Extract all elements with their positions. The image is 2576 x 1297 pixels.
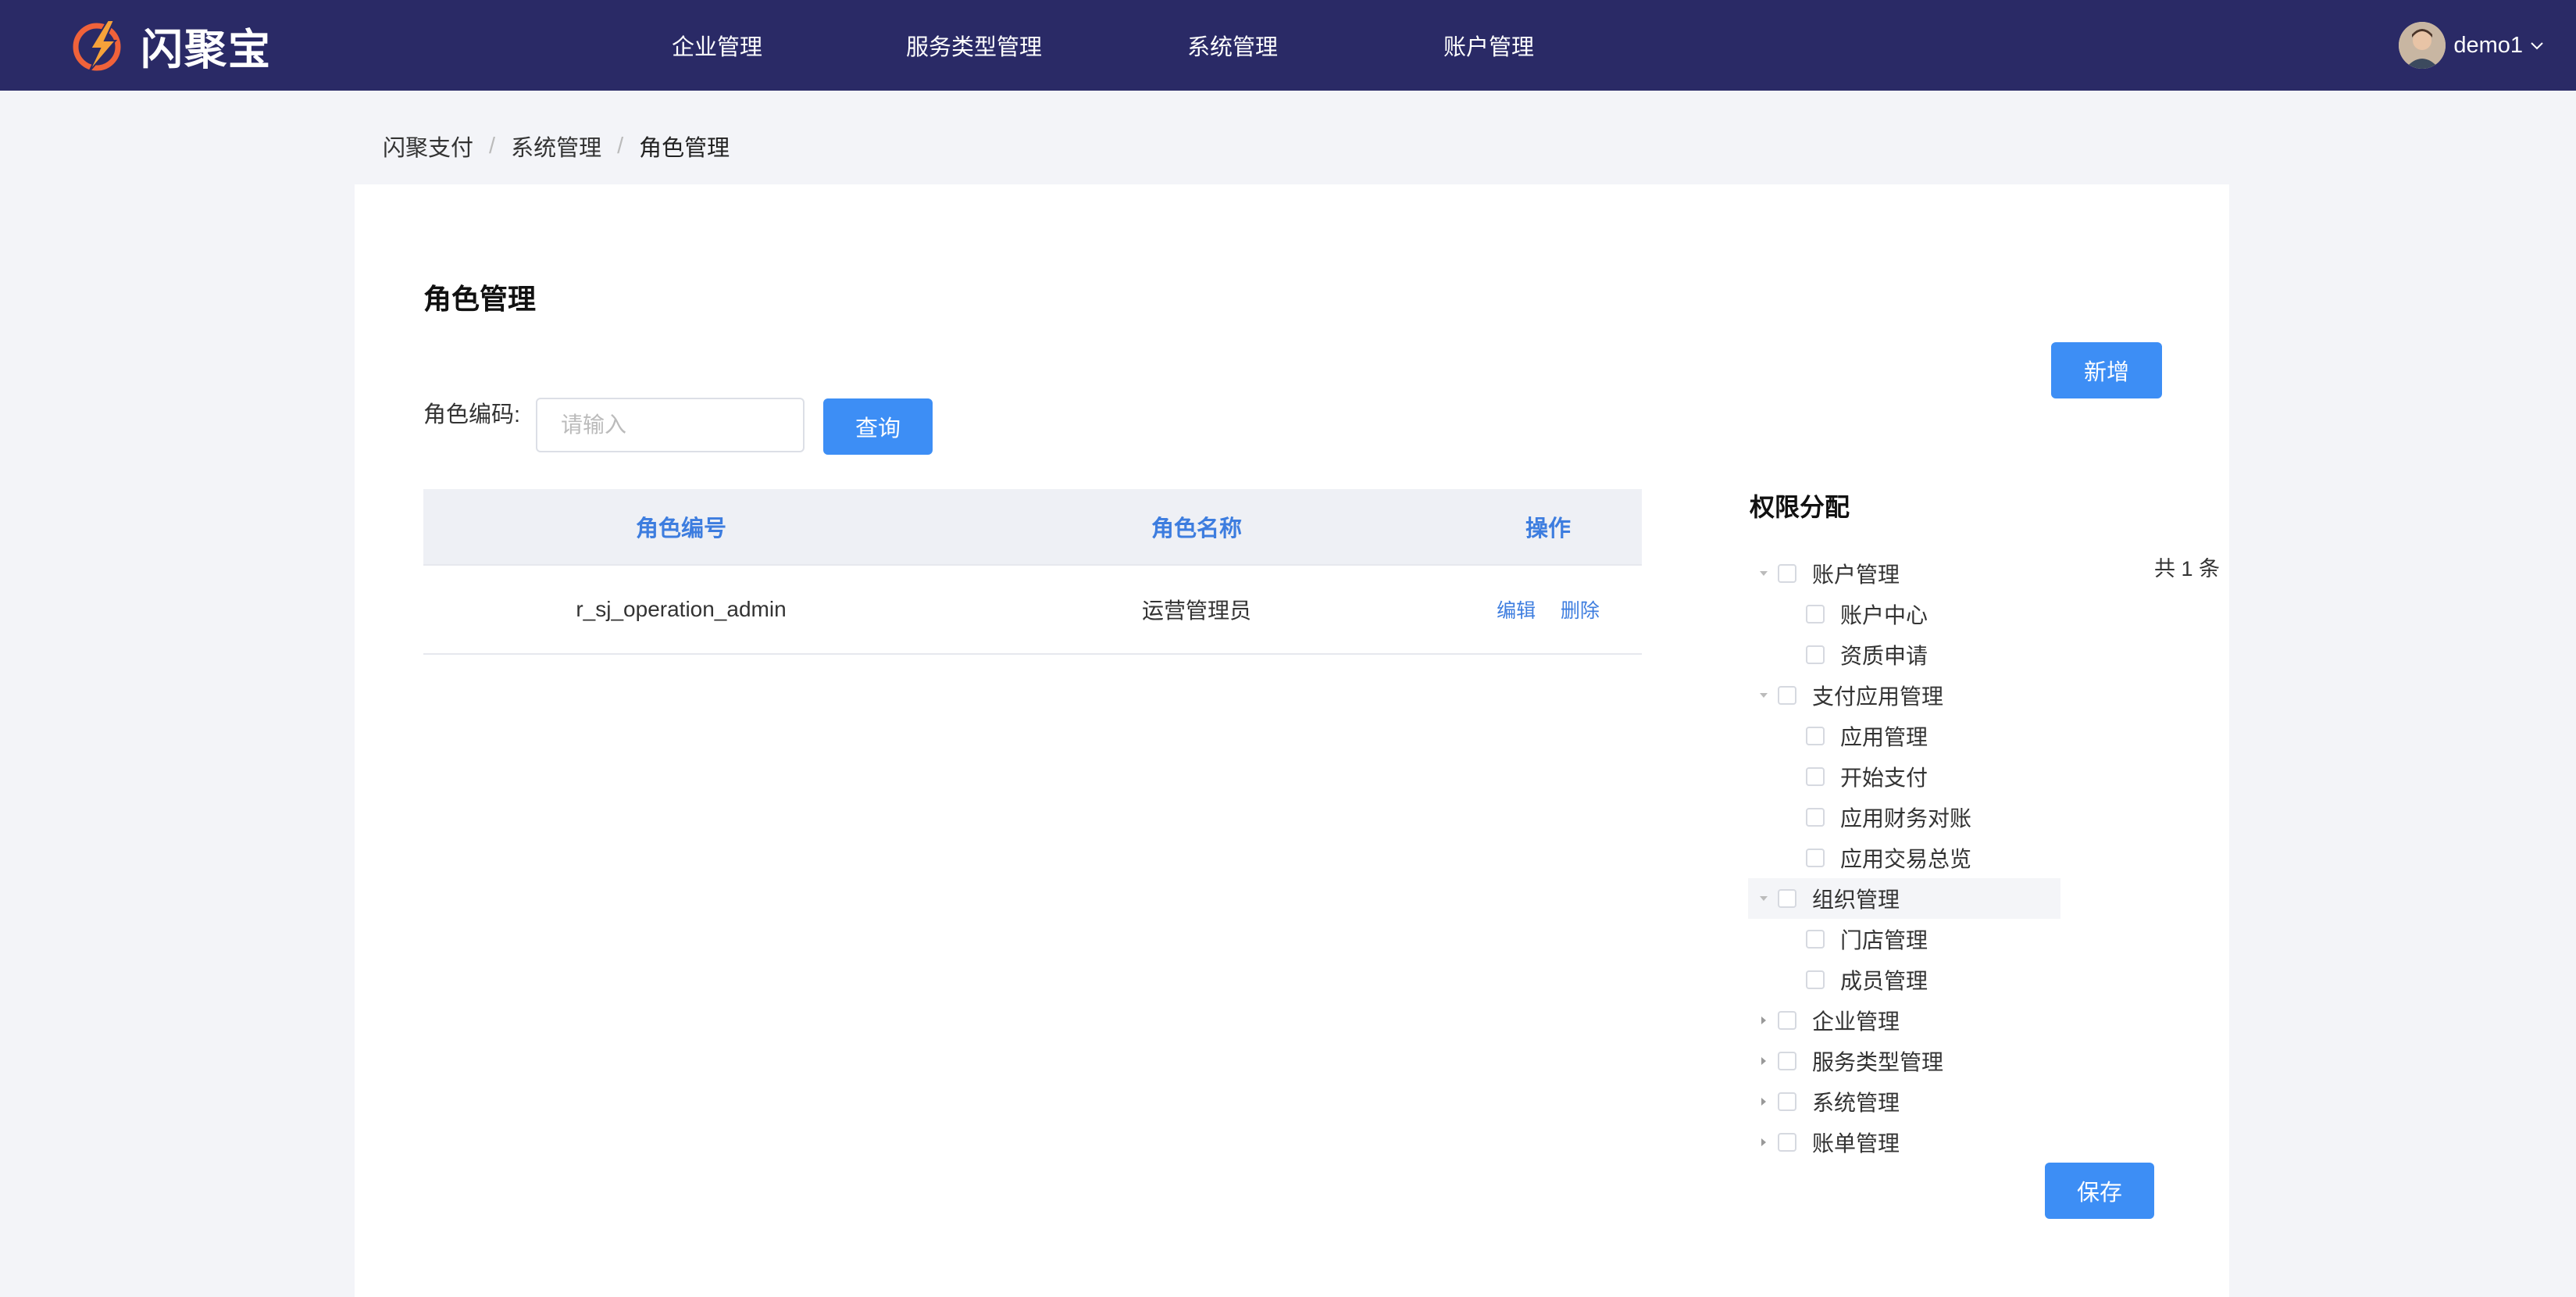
caret-right-icon[interactable] bbox=[1753, 1050, 1775, 1072]
breadcrumb-item-home[interactable]: 闪聚支付 bbox=[383, 130, 473, 163]
caret-down-icon[interactable] bbox=[1753, 684, 1775, 706]
column-header-actions: 操作 bbox=[1525, 516, 1571, 541]
tree-checkbox[interactable] bbox=[1806, 645, 1825, 664]
save-button[interactable]: 保存 bbox=[2045, 1163, 2154, 1219]
tree-checkbox[interactable] bbox=[1778, 1092, 1796, 1111]
content-card: 角色管理 新增 角色编码: 查询 角色编号 角色名称 操作 r_sj_opera… bbox=[355, 184, 2229, 1297]
caret-down-icon[interactable] bbox=[1753, 563, 1775, 584]
nav-item-service-type[interactable]: 服务类型管理 bbox=[906, 0, 1042, 91]
tree-node-label: 企业管理 bbox=[1812, 1009, 1900, 1034]
tree-child-node[interactable]: 应用财务对账 bbox=[1748, 797, 2060, 838]
tree-node[interactable]: 组织管理 bbox=[1748, 878, 2060, 919]
tree-node-label: 应用交易总览 bbox=[1840, 847, 1972, 871]
search-label: 角色编码: bbox=[423, 402, 521, 427]
column-header-role-name: 角色名称 bbox=[1151, 516, 1242, 541]
chevron-down-icon bbox=[2531, 42, 2543, 50]
username: demo1 bbox=[2453, 32, 2523, 58]
tree-checkbox[interactable] bbox=[1778, 686, 1796, 705]
breadcrumb-separator: / bbox=[489, 133, 496, 159]
tree-node-label: 开始支付 bbox=[1840, 766, 1928, 790]
tree-child-node[interactable]: 应用管理 bbox=[1748, 716, 2060, 756]
tree-checkbox[interactable] bbox=[1806, 849, 1825, 867]
permission-tree: 账户管理账户中心资质申请支付应用管理应用管理开始支付应用财务对账 应用交易总览组织… bbox=[1748, 553, 2060, 1163]
query-button[interactable]: 查询 bbox=[823, 398, 933, 455]
tree-checkbox[interactable] bbox=[1806, 808, 1825, 827]
tree-node[interactable]: 支付应用管理 bbox=[1748, 675, 2060, 716]
tree-node[interactable]: 账单管理 bbox=[1748, 1122, 2060, 1163]
tree-checkbox[interactable] bbox=[1778, 889, 1796, 908]
tree-checkbox[interactable] bbox=[1778, 564, 1796, 583]
total-count: 共 1 条 bbox=[2154, 557, 2221, 581]
caret-right-icon[interactable] bbox=[1753, 1091, 1775, 1113]
tree-node-label: 账单管理 bbox=[1812, 1131, 1900, 1156]
cell-actions: 编辑 删除 bbox=[1454, 595, 1642, 623]
column-header-role-code: 角色编号 bbox=[635, 516, 726, 541]
tree-child-node[interactable]: 成员管理 bbox=[1748, 959, 2060, 1000]
tree-checkbox[interactable] bbox=[1778, 1052, 1796, 1070]
tree-checkbox[interactable] bbox=[1778, 1133, 1796, 1152]
top-nav-bar: 闪聚宝 企业管理 服务类型管理 系统管理 账户管理 demo1 bbox=[0, 0, 2576, 91]
tree-node-label: 服务类型管理 bbox=[1812, 1050, 1944, 1074]
tree-node-label: 账户中心 bbox=[1840, 603, 1928, 627]
table-row[interactable]: r_sj_operation_admin 运营管理员 编辑 删除 bbox=[423, 566, 1642, 655]
user-menu[interactable]: demo1 bbox=[2399, 20, 2546, 70]
tree-node-label: 支付应用管理 bbox=[1812, 684, 1944, 709]
tree-node-label: 资质申请 bbox=[1840, 644, 1928, 668]
role-table: 角色编号 角色名称 操作 r_sj_operation_admin 运营管理员 … bbox=[423, 489, 1642, 655]
permissions-title: 权限分配 bbox=[1750, 493, 1850, 521]
breadcrumb: 闪聚支付 / 系统管理 / 角色管理 bbox=[383, 127, 730, 166]
tree-child-node[interactable]: 账户中心 bbox=[1748, 594, 2060, 634]
nav-item-system[interactable]: 系统管理 bbox=[1187, 0, 1278, 91]
tree-node-label: 门店管理 bbox=[1840, 928, 1928, 952]
tree-node[interactable]: 系统管理 bbox=[1748, 1081, 2060, 1122]
tree-child-node[interactable]: 资质申请 bbox=[1748, 634, 2060, 675]
delete-link[interactable]: 删除 bbox=[1561, 600, 1600, 622]
tree-node[interactable]: 企业管理 bbox=[1748, 1000, 2060, 1041]
page-title: 角色管理 bbox=[423, 283, 537, 315]
avatar bbox=[2399, 22, 2446, 69]
brand-name: 闪聚宝 bbox=[141, 23, 272, 74]
tree-node-label: 应用管理 bbox=[1840, 725, 1928, 749]
tree-node-label: 账户管理 bbox=[1812, 563, 1900, 587]
cell-role-name: 运营管理员 bbox=[1141, 598, 1251, 623]
breadcrumb-item-system[interactable]: 系统管理 bbox=[511, 130, 601, 163]
tree-child-node[interactable]: 开始支付 bbox=[1748, 756, 2060, 797]
tree-checkbox[interactable] bbox=[1806, 970, 1825, 989]
tree-checkbox[interactable] bbox=[1778, 1011, 1796, 1030]
tree-node[interactable]: 账户管理 bbox=[1748, 553, 2060, 594]
tree-checkbox[interactable] bbox=[1806, 727, 1825, 745]
tree-node-label: 应用财务对账 bbox=[1840, 806, 1972, 831]
tree-node-label: 系统管理 bbox=[1812, 1091, 1900, 1115]
nav-item-account[interactable]: 账户管理 bbox=[1443, 0, 1534, 91]
table-header: 角色编号 角色名称 操作 bbox=[423, 489, 1642, 566]
tree-node-label: 成员管理 bbox=[1840, 969, 1928, 993]
tree-node-label: 组织管理 bbox=[1812, 888, 1900, 912]
brand-logo[interactable]: 闪聚宝 bbox=[67, 13, 272, 78]
tree-node[interactable]: 服务类型管理 bbox=[1748, 1041, 2060, 1081]
breadcrumb-item-current: 角色管理 bbox=[639, 136, 730, 161]
edit-link[interactable]: 编辑 bbox=[1497, 600, 1536, 622]
tree-checkbox[interactable] bbox=[1806, 930, 1825, 949]
caret-down-icon[interactable] bbox=[1753, 888, 1775, 909]
tree-child-node[interactable]: 门店管理 bbox=[1748, 919, 2060, 959]
tree-checkbox[interactable] bbox=[1806, 605, 1825, 623]
caret-right-icon[interactable] bbox=[1753, 1009, 1775, 1031]
breadcrumb-separator: / bbox=[617, 133, 624, 159]
tree-checkbox[interactable] bbox=[1806, 767, 1825, 786]
add-button[interactable]: 新增 bbox=[2051, 342, 2162, 398]
nav-item-enterprise[interactable]: 企业管理 bbox=[672, 0, 762, 91]
lightning-logo-icon bbox=[73, 20, 121, 73]
cell-role-code: r_sj_operation_admin bbox=[576, 597, 787, 621]
tree-child-node[interactable]: 应用交易总览 bbox=[1748, 838, 2060, 878]
role-code-input[interactable] bbox=[536, 398, 805, 452]
caret-right-icon[interactable] bbox=[1753, 1131, 1775, 1153]
